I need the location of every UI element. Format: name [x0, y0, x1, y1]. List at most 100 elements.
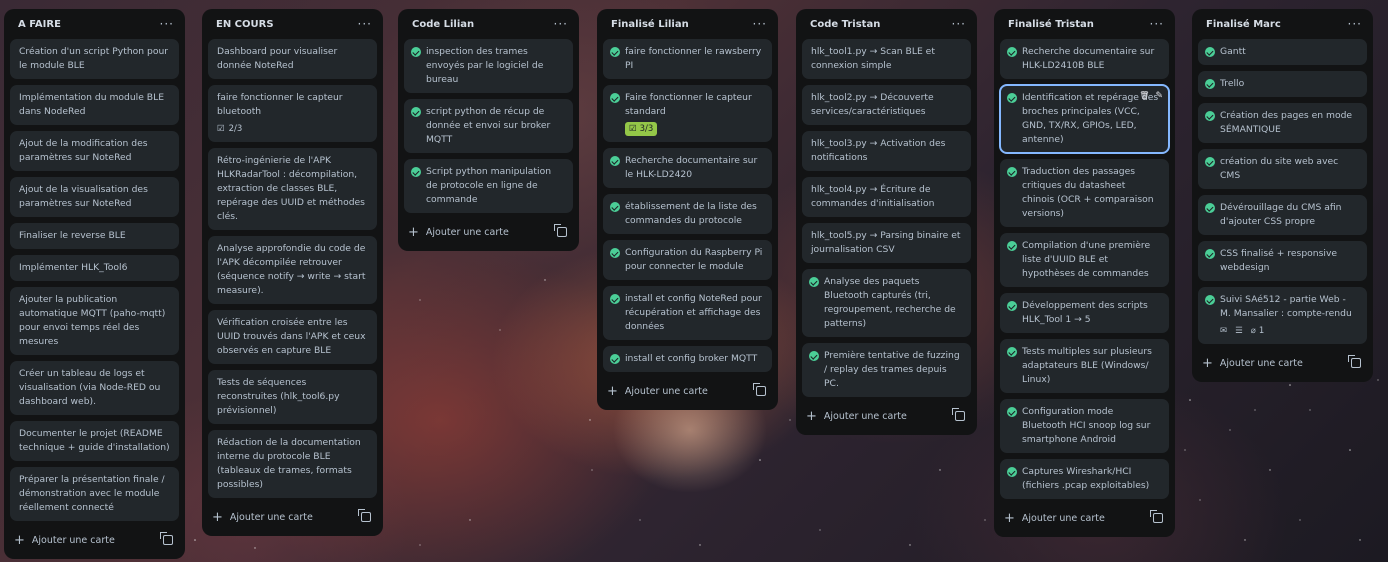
card[interactable]: CSS finalisé + responsive webdesign — [1198, 241, 1367, 281]
more-options-icon[interactable]: ··· — [753, 18, 767, 30]
card[interactable]: Dashboard pour visualiser donnée NoteRed — [208, 39, 377, 79]
add-card-button[interactable]: + Ajouter une carte — [212, 510, 313, 525]
completed-check-icon[interactable] — [809, 351, 819, 361]
list-title[interactable]: Finalisé Lilian — [611, 19, 689, 30]
card[interactable]: Implémentation du module BLE dans NodeRe… — [10, 85, 179, 125]
card[interactable]: inspection des trames envoyés par le log… — [404, 39, 573, 93]
card[interactable]: install et config NoteRed pour récupérat… — [603, 286, 772, 340]
more-options-icon[interactable]: ··· — [1348, 18, 1362, 30]
list-title[interactable]: A FAIRE — [18, 19, 61, 30]
card[interactable]: Script python manipulation de protocole … — [404, 159, 573, 213]
create-from-template-icon[interactable] — [554, 224, 567, 237]
card[interactable]: Documenter le projet (README technique +… — [10, 421, 179, 461]
create-from-template-icon[interactable] — [160, 532, 173, 545]
card[interactable]: hlk_tool4.py → Écriture de commandes d'i… — [802, 177, 971, 217]
completed-check-icon[interactable] — [1007, 93, 1017, 103]
card[interactable]: install et config broker MQTT — [603, 346, 772, 372]
card[interactable]: création du site web avec CMS — [1198, 149, 1367, 189]
list-title[interactable]: Finalisé Marc — [1206, 19, 1281, 30]
more-options-icon[interactable]: ··· — [952, 18, 966, 30]
card[interactable]: Rédaction de la documentation interne du… — [208, 430, 377, 498]
card[interactable]: Trello — [1198, 71, 1367, 97]
completed-check-icon[interactable] — [1007, 241, 1017, 251]
completed-check-icon[interactable] — [809, 277, 819, 287]
completed-check-icon[interactable] — [610, 202, 620, 212]
card[interactable]: Développement des scripts HLK_Tool 1 → 5 — [1000, 293, 1169, 333]
card[interactable]: Tests multiples sur plusieurs adaptateur… — [1000, 339, 1169, 393]
completed-check-icon[interactable] — [610, 47, 620, 57]
card[interactable]: Rétro-ingénierie de l'APK HLKRadarTool :… — [208, 148, 377, 230]
more-options-icon[interactable]: ··· — [358, 18, 372, 30]
completed-check-icon[interactable] — [610, 156, 620, 166]
completed-check-icon[interactable] — [1007, 167, 1017, 177]
card[interactable]: Analyse des paquets Bluetooth capturés (… — [802, 269, 971, 337]
card[interactable]: hlk_tool3.py → Activation des notificati… — [802, 131, 971, 171]
card[interactable]: Première tentative de fuzzing / replay d… — [802, 343, 971, 397]
completed-check-icon[interactable] — [1007, 301, 1017, 311]
card[interactable]: Gantt — [1198, 39, 1367, 65]
card[interactable]: Finaliser le reverse BLE — [10, 223, 179, 249]
add-card-button[interactable]: + Ajouter une carte — [408, 225, 509, 240]
card[interactable]: faire fonctionner le rawsberry PI — [603, 39, 772, 79]
create-from-template-icon[interactable] — [1150, 510, 1163, 523]
card[interactable]: Ajout de la modification des paramètres … — [10, 131, 179, 171]
completed-check-icon[interactable] — [1205, 47, 1215, 57]
card[interactable]: Suivi SAé512 - partie Web - M. Mansalier… — [1198, 287, 1367, 344]
card[interactable]: hlk_tool1.py → Scan BLE et connexion sim… — [802, 39, 971, 79]
card[interactable]: Tests de séquences reconstruites (hlk_to… — [208, 370, 377, 424]
completed-check-icon[interactable] — [1205, 157, 1215, 167]
completed-check-icon[interactable] — [610, 93, 620, 103]
card[interactable]: Analyse approfondie du code de l'APK déc… — [208, 236, 377, 304]
card[interactable]: script python de récup de donnée et envo… — [404, 99, 573, 153]
completed-check-icon[interactable] — [411, 47, 421, 57]
card[interactable]: Identification et repérage des broches p… — [999, 84, 1170, 154]
list-title[interactable]: Code Lilian — [412, 19, 474, 30]
card[interactable]: faire fonctionner le capteur bluetooth ☑ 2… — [208, 85, 377, 142]
card[interactable]: Ajout de la visualisation des paramètres… — [10, 177, 179, 217]
edit-icon[interactable]: ✎ — [1155, 89, 1163, 103]
add-card-button[interactable]: + Ajouter une carte — [14, 533, 115, 548]
list-title[interactable]: EN COURS — [216, 19, 274, 30]
card[interactable]: hlk_tool5.py → Parsing binaire et journa… — [802, 223, 971, 263]
card[interactable]: Captures Wireshark/HCI (fichiers .pcap e… — [1000, 459, 1169, 499]
more-options-icon[interactable]: ··· — [160, 18, 174, 30]
list-title[interactable]: Finalisé Tristan — [1008, 19, 1094, 30]
card[interactable]: Vérification croisée entre les UUID trou… — [208, 310, 377, 364]
create-from-template-icon[interactable] — [753, 383, 766, 396]
create-from-template-icon[interactable] — [358, 509, 371, 522]
create-from-template-icon[interactable] — [952, 408, 965, 421]
completed-check-icon[interactable] — [610, 354, 620, 364]
completed-check-icon[interactable] — [1007, 467, 1017, 477]
card[interactable]: Traduction des passages critiques du dat… — [1000, 159, 1169, 227]
archive-icon[interactable]: 🗑 — [1139, 89, 1149, 103]
completed-check-icon[interactable] — [1205, 111, 1215, 121]
create-from-template-icon[interactable] — [1348, 355, 1361, 368]
card[interactable]: Recherche documentaire sur le HLK-LD2420 — [603, 148, 772, 188]
card[interactable]: Ajouter la publication automatique MQTT … — [10, 287, 179, 355]
card[interactable]: Création d'un script Python pour le modu… — [10, 39, 179, 79]
add-card-button[interactable]: + Ajouter une carte — [1202, 356, 1303, 371]
card[interactable]: Implémenter HLK_Tool6 — [10, 255, 179, 281]
card[interactable]: Compilation d'une première liste d'UUID … — [1000, 233, 1169, 287]
list-title[interactable]: Code Tristan — [810, 19, 880, 30]
completed-check-icon[interactable] — [411, 167, 421, 177]
more-options-icon[interactable]: ··· — [554, 18, 568, 30]
completed-check-icon[interactable] — [1205, 203, 1215, 213]
more-options-icon[interactable]: ··· — [1150, 18, 1164, 30]
card[interactable]: Recherche documentaire sur HLK-LD2410B B… — [1000, 39, 1169, 79]
completed-check-icon[interactable] — [1205, 249, 1215, 259]
completed-check-icon[interactable] — [610, 248, 620, 258]
card[interactable]: hlk_tool2.py → Découverte services/carac… — [802, 85, 971, 125]
completed-check-icon[interactable] — [1007, 47, 1017, 57]
completed-check-icon[interactable] — [1007, 347, 1017, 357]
completed-check-icon[interactable] — [1007, 407, 1017, 417]
card[interactable]: Création des pages en mode SÉMANTIQUE — [1198, 103, 1367, 143]
card[interactable]: Configuration mode Bluetooth HCI snoop l… — [1000, 399, 1169, 453]
card[interactable]: Préparer la présentation finale / démons… — [10, 467, 179, 521]
card[interactable]: Créer un tableau de logs et visualisatio… — [10, 361, 179, 415]
completed-check-icon[interactable] — [1205, 295, 1215, 305]
add-card-button[interactable]: + Ajouter une carte — [607, 384, 708, 399]
completed-check-icon[interactable] — [1205, 79, 1215, 89]
add-card-button[interactable]: + Ajouter une carte — [1004, 511, 1105, 526]
card[interactable]: établissement de la liste des commandes … — [603, 194, 772, 234]
